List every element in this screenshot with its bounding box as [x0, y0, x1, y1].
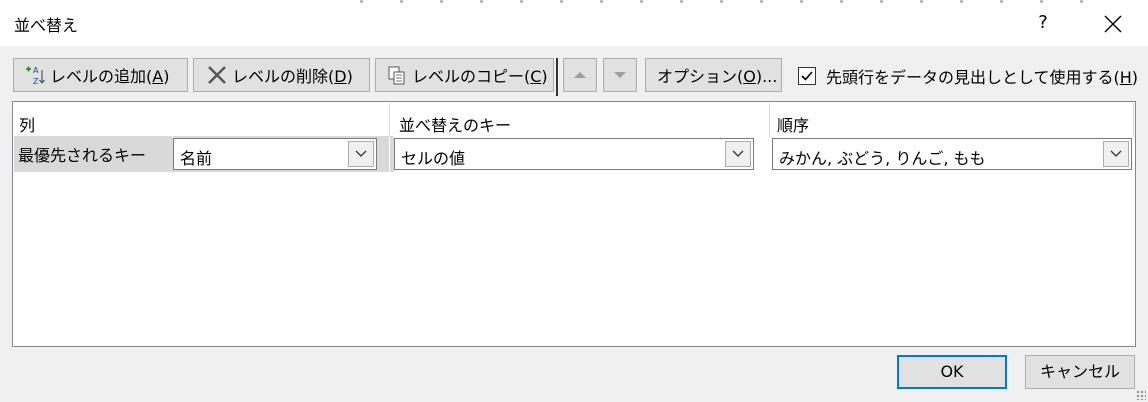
ok-button[interactable]: OK [897, 355, 1007, 389]
title-bar: 並べ替え ? [0, 0, 1148, 46]
chevron-down-icon [355, 150, 367, 157]
sort-on-select-dropdown[interactable] [725, 141, 751, 167]
options-button[interactable]: オプション(O)... [645, 58, 782, 92]
close-button[interactable] [1100, 8, 1126, 38]
header-row-checkbox-row[interactable]: 先頭行をデータの見出しとして使用する(H) [798, 62, 1138, 90]
triangle-down-icon [614, 72, 626, 78]
options-label: オプション(O)... [657, 67, 778, 86]
chevron-down-icon [1110, 150, 1122, 157]
close-icon [1104, 15, 1122, 33]
header-order: 順序 [777, 116, 810, 135]
dialog-title: 並べ替え [14, 16, 79, 35]
copy-icon [386, 64, 408, 86]
move-up-button[interactable] [563, 58, 597, 92]
background-artifact [360, 0, 1100, 3]
sort-on-select-value: セルの値 [401, 149, 466, 168]
sort-levels-grid: 列 並べ替えのキー 順序 最優先されるキー 名前 セルの値 みかん, ぶどう, … [12, 101, 1136, 347]
header-sort-on: 並べ替えのキー [399, 116, 512, 135]
help-button[interactable]: ? [1032, 8, 1054, 38]
header-row-checkbox-label: 先頭行をデータの見出しとして使用する(H) [826, 68, 1139, 87]
sort-on-select[interactable]: セルの値 [394, 138, 754, 170]
cancel-button[interactable]: キャンセル [1025, 355, 1135, 389]
order-select[interactable]: みかん, ぶどう, りんご, もも [772, 138, 1132, 170]
svg-text:Z: Z [33, 77, 39, 86]
copy-level-label: レベルのコピー(C) [412, 67, 548, 86]
delete-level-label: レベルの削除(D) [232, 67, 353, 86]
header-column: 列 [19, 116, 36, 135]
chevron-down-icon [732, 150, 744, 157]
move-down-button[interactable] [603, 58, 637, 92]
column-divider [389, 103, 390, 137]
add-level-label: レベルの追加(A) [50, 67, 170, 86]
delete-x-icon [206, 64, 228, 86]
column-select-dropdown[interactable] [348, 141, 374, 167]
copy-level-button[interactable]: レベルのコピー(C) [375, 58, 554, 92]
sort-level-label-cell: 最優先されるキー [14, 136, 172, 172]
column-divider [1133, 103, 1134, 137]
order-select-dropdown[interactable] [1103, 141, 1129, 167]
toolbar-separator [556, 58, 558, 96]
delete-level-button[interactable]: レベルの削除(D) [193, 58, 370, 92]
sort-level-label: 最優先されるキー [18, 146, 147, 165]
resize-grip-icon[interactable] [1136, 390, 1146, 400]
triangle-up-icon [574, 72, 586, 78]
checkmark-icon [801, 71, 813, 81]
column-select-value: 名前 [180, 149, 213, 168]
column-divider [769, 103, 770, 137]
add-level-icon: A Z [24, 64, 46, 86]
header-row-checkbox[interactable] [798, 67, 816, 85]
column-select[interactable]: 名前 [173, 138, 377, 170]
add-level-button[interactable]: A Z レベルの追加(A) [13, 58, 188, 92]
order-select-value: みかん, ぶどう, りんご, もも [779, 149, 986, 168]
svg-text:A: A [33, 66, 39, 75]
